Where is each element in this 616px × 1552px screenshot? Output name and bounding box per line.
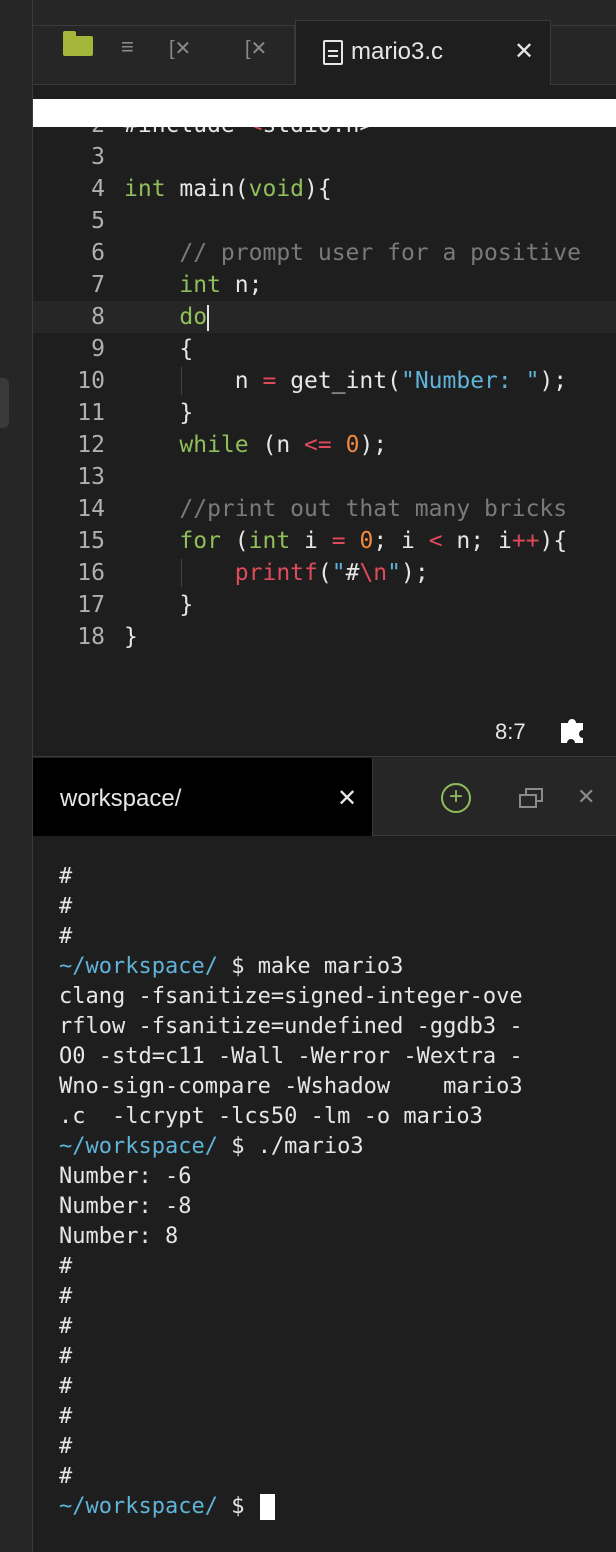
close-tab-icon[interactable]: ✕ <box>514 37 534 66</box>
code-text: n = get_int("Number: "); <box>124 368 568 394</box>
line-number: 3 <box>91 144 105 170</box>
terminal-line: # <box>59 1374 73 1399</box>
terminal-line: # <box>59 1314 73 1339</box>
terminal-line: Number: -8 <box>59 1194 192 1219</box>
code-line[interactable]: 4 int main(void){ <box>33 173 616 205</box>
terminal-line: # <box>59 1254 73 1279</box>
code-line[interactable]: 5 <box>33 205 616 237</box>
terminal-line: Number: -6 <box>59 1164 192 1189</box>
code-line[interactable]: 10 n = get_int("Number: "); <box>33 365 616 397</box>
code-text: { <box>124 336 194 362</box>
terminal-line: O0 -std=c11 -Wall -Werror -Wextra - <box>59 1044 523 1069</box>
code-line[interactable]: 18} <box>33 621 616 653</box>
code-line[interactable]: 16 printf("#\n"); <box>33 557 616 589</box>
tab-filename: mario3.c <box>351 38 444 65</box>
split-tab-close-icon[interactable]: [✕ <box>169 36 191 61</box>
line-number: 15 <box>77 528 105 554</box>
code-line[interactable]: 6 // prompt user for a positive <box>33 237 616 269</box>
tab-mario3-c[interactable]: mario3.c ✕ <box>295 20 551 86</box>
terminal-line: # <box>59 1404 73 1429</box>
code-text: do <box>179 304 210 331</box>
code-text: printf("#\n"); <box>234 560 429 586</box>
terminal-line: # <box>59 1434 73 1459</box>
code-line[interactable]: 9 { <box>33 333 616 365</box>
terminal-tab-label: workspace/ <box>60 785 182 812</box>
code-line[interactable]: 15 for (int i = 0; i < n; i++){ <box>33 525 616 557</box>
terminal-line: # <box>59 1284 73 1309</box>
line-number: 7 <box>91 272 105 298</box>
terminal-line: # <box>59 924 73 949</box>
terminal-line: ~/workspace/ $ <box>59 1492 275 1522</box>
line-number: 12 <box>77 432 105 458</box>
puzzle-icon[interactable] <box>557 713 589 745</box>
code-text: //print out that many bricks <box>179 496 568 522</box>
line-number: 4 <box>91 176 105 202</box>
gutter-selection <box>0 378 9 428</box>
tab-workspace-terminal[interactable]: workspace/ ✕ <box>33 758 373 836</box>
menu-icon[interactable]: ≡ <box>121 34 134 60</box>
add-terminal-icon[interactable]: + <box>441 783 471 813</box>
line-number: 18 <box>77 624 105 650</box>
text-cursor <box>207 304 210 331</box>
code-line[interactable]: 17 } <box>33 589 616 621</box>
line-number: 17 <box>77 592 105 618</box>
cursor-position: 8:7 <box>495 719 526 744</box>
editor-tab-bar: ≡ [✕ [✕ mario3.c ✕ <box>33 0 616 86</box>
code-text: } <box>124 400 194 426</box>
line-number: 14 <box>77 496 105 522</box>
line-number: 9 <box>91 336 105 362</box>
code-line[interactable]: 7 int n; <box>33 269 616 301</box>
terminal-line: # <box>59 864 73 889</box>
line-number: 6 <box>91 240 105 266</box>
terminal-line: # <box>59 1344 73 1369</box>
code-line[interactable]: 12 while (n <= 0); <box>33 429 616 461</box>
terminal-line: ~/workspace/ $ ./mario3 <box>59 1134 364 1159</box>
code-line[interactable]: 8 do <box>33 301 616 333</box>
terminal-line: # <box>59 894 73 919</box>
windows-icon[interactable] <box>519 788 543 810</box>
code-text: int n; <box>179 272 263 298</box>
code-text: } <box>124 592 194 618</box>
tab-strip-right <box>551 25 616 85</box>
code-text: while (n <= 0); <box>179 432 388 458</box>
terminal-line: Wno-sign-compare -Wshadow mario3 <box>59 1074 523 1099</box>
terminal-line: clang -fsanitize=signed-integer-ove <box>59 984 523 1009</box>
code-line[interactable]: 13 <box>33 461 616 493</box>
terminal-line: ~/workspace/ $ make mario3 <box>59 954 404 979</box>
line-number: 10 <box>77 368 105 394</box>
terminal-line: Number: 8 <box>59 1224 179 1249</box>
file-icon <box>323 40 343 65</box>
split-tab-close-icon[interactable]: [✕ <box>245 36 267 61</box>
close-panel-icon[interactable]: ✕ <box>577 784 595 810</box>
close-terminal-tab-icon[interactable]: ✕ <box>337 784 357 813</box>
code-line[interactable]: 11 } <box>33 397 616 429</box>
terminal[interactable]: # # # ~/workspace/ $ make mario3 clang -fsan… <box>33 836 616 1552</box>
left-gutter <box>0 0 33 1552</box>
terminal-line: .c -lcrypt -lcs50 -lm -o mario3 <box>59 1104 483 1129</box>
code-line[interactable]: 3 <box>33 141 616 173</box>
editor-overlay-band <box>33 99 616 127</box>
terminal-line: rflow -fsanitize=undefined -ggdb3 - <box>59 1014 523 1039</box>
code-editor[interactable]: 2#include <stdio.h>34int main(void){56 /… <box>33 85 616 757</box>
line-number: 13 <box>77 464 105 490</box>
line-number: 16 <box>77 560 105 586</box>
line-number: 8 <box>91 304 105 330</box>
code-text: } <box>124 624 138 650</box>
code-line[interactable]: 14 //print out that many bricks <box>33 493 616 525</box>
terminal-tab-bar: workspace/ ✕ + ✕ <box>33 758 616 836</box>
terminal-line: # <box>59 1464 73 1489</box>
folder-icon[interactable] <box>63 31 93 56</box>
code-text: for (int i = 0; i < n; i++){ <box>179 528 568 554</box>
code-text: int main(void){ <box>124 176 332 202</box>
terminal-cursor <box>259 1494 275 1520</box>
indent-guide <box>181 367 182 395</box>
code-text: // prompt user for a positive <box>179 240 581 266</box>
line-number: 5 <box>91 208 105 234</box>
line-number: 11 <box>77 400 105 426</box>
indent-guide <box>181 559 182 587</box>
